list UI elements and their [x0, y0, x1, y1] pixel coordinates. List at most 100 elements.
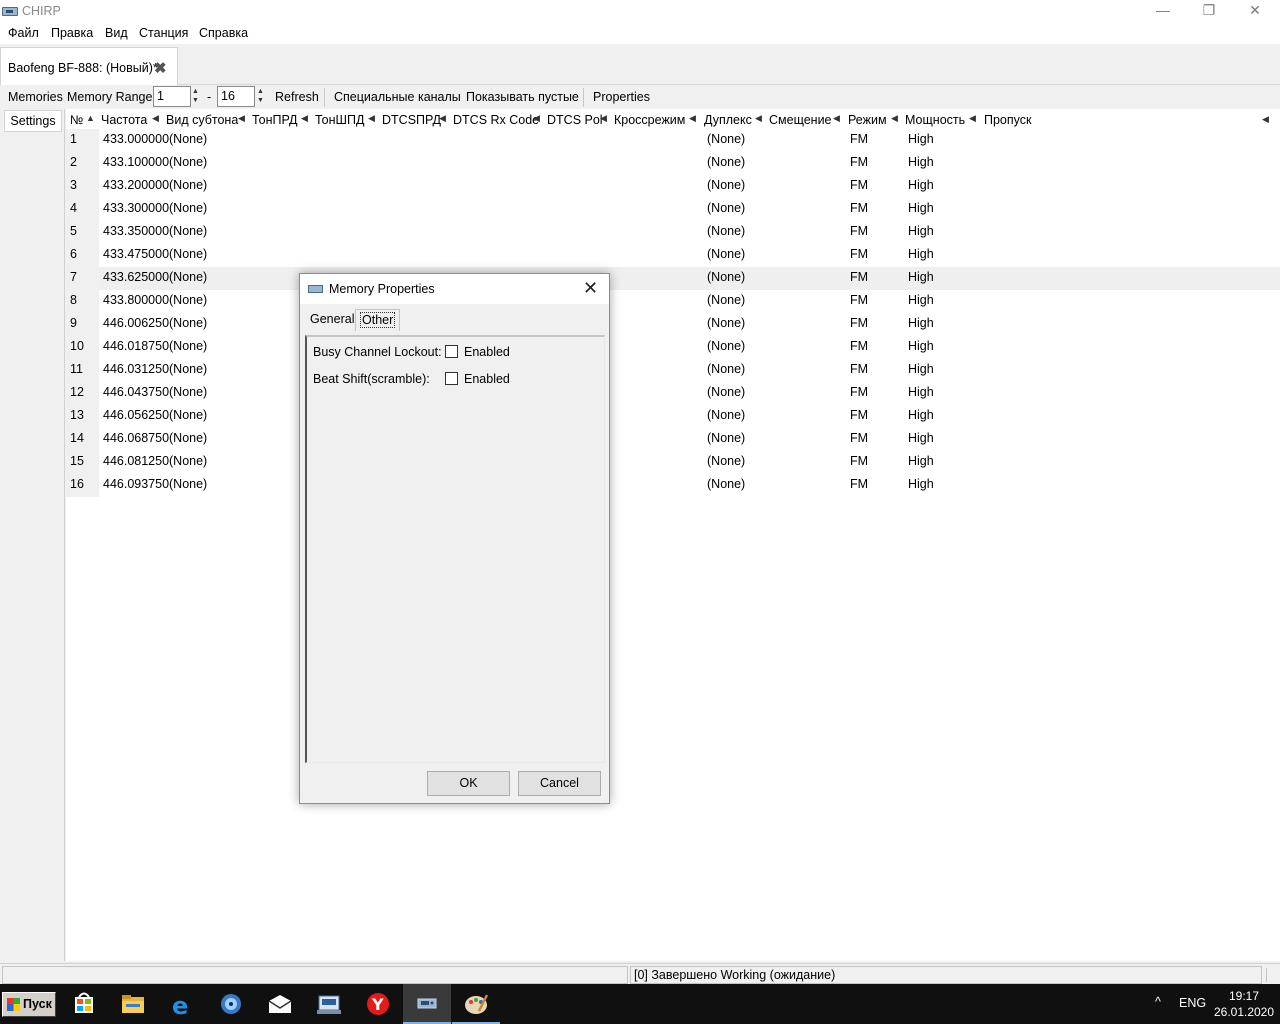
range-start-spinner[interactable]: ▲ ▼ — [191, 86, 201, 107]
folder-icon[interactable] — [109, 984, 157, 1024]
row-number-cell[interactable]: 3 — [66, 175, 99, 198]
duplex-cell[interactable]: (None) — [707, 454, 745, 468]
table-row[interactable]: 16 446.093750 (None) (None) FM High — [66, 474, 1280, 497]
beat-shift-enabled[interactable]: Enabled — [464, 372, 510, 386]
mode-cell[interactable]: FM — [850, 339, 868, 353]
range-start-input[interactable]: 1 — [153, 86, 191, 107]
row-number-cell[interactable]: 2 — [66, 152, 99, 175]
cancel-button[interactable]: Cancel — [518, 771, 601, 796]
show-empty-toggle[interactable]: Показывать пустые — [466, 90, 579, 104]
tone-mode-cell[interactable]: (None) — [169, 270, 207, 284]
busy-channel-lockout-enabled[interactable]: Enabled — [464, 345, 510, 359]
mode-cell[interactable]: FM — [850, 270, 868, 284]
minimize-button[interactable]: — — [1140, 0, 1186, 22]
duplex-cell[interactable]: (None) — [707, 201, 745, 215]
table-row[interactable]: 4 433.300000 (None) (None) FM High — [66, 198, 1280, 221]
col-offset[interactable]: Смещение — [769, 113, 832, 127]
beat-shift-checkbox[interactable] — [445, 372, 458, 385]
power-cell[interactable]: High — [908, 477, 934, 491]
power-cell[interactable]: High — [908, 408, 934, 422]
memories-tab[interactable]: Memories — [8, 90, 63, 104]
duplex-cell[interactable]: (None) — [707, 132, 745, 146]
table-row[interactable]: 15 446.081250 (None) (None) FM High — [66, 451, 1280, 474]
col-cross-mode[interactable]: Кроссрежим — [614, 113, 685, 127]
table-row[interactable]: 13 446.056250 (None) (None) FM High — [66, 405, 1280, 428]
close-button[interactable]: ✕ — [1232, 0, 1278, 22]
duplex-cell[interactable]: (None) — [707, 408, 745, 422]
table-row[interactable]: 8 433.800000 (None) (None) FM High — [66, 290, 1280, 313]
duplex-cell[interactable]: (None) — [707, 293, 745, 307]
mode-cell[interactable]: FM — [850, 224, 868, 238]
table-row[interactable]: 7 433.625000 (None) (None) FM High — [66, 267, 1280, 290]
col-number[interactable]: № — [70, 113, 83, 127]
duplex-cell[interactable]: (None) — [707, 270, 745, 284]
table-row[interactable]: 1 433.000000 (None) (None) FM High — [66, 129, 1280, 152]
power-cell[interactable]: High — [908, 247, 934, 261]
table-row[interactable]: 2 433.100000 (None) (None) FM High — [66, 152, 1280, 175]
mail-icon[interactable] — [256, 984, 304, 1024]
range-end-spinner[interactable]: ▲ ▼ — [256, 86, 266, 107]
frequency-cell[interactable]: 446.043750 — [103, 385, 169, 399]
scroll-left-icon[interactable]: ◀ — [1262, 114, 1269, 125]
row-number-cell[interactable]: 16 — [66, 474, 99, 497]
table-row[interactable]: 14 446.068750 (None) (None) FM High — [66, 428, 1280, 451]
col-dtcs-rx[interactable]: DTCS Rx Code — [453, 113, 539, 127]
mode-cell[interactable]: FM — [850, 293, 868, 307]
tone-mode-cell[interactable]: (None) — [169, 362, 207, 376]
dialog-close-icon[interactable]: ✕ — [583, 278, 598, 299]
frequency-cell[interactable]: 446.018750 — [103, 339, 169, 353]
frequency-cell[interactable]: 446.031250 — [103, 362, 169, 376]
menu-edit[interactable]: Правка — [51, 26, 93, 40]
duplex-cell[interactable]: (None) — [707, 385, 745, 399]
mode-cell[interactable]: FM — [850, 477, 868, 491]
frequency-cell[interactable]: 446.006250 — [103, 316, 169, 330]
row-number-cell[interactable]: 12 — [66, 382, 99, 405]
memory-grid[interactable]: № ▲ Частота ◀ Вид субтона ◀ ТонПРД ◀ Тон… — [66, 109, 1280, 961]
menu-help[interactable]: Справка — [199, 26, 248, 40]
mode-cell[interactable]: FM — [850, 132, 868, 146]
col-tone-sql[interactable]: ТонШПД — [315, 113, 364, 127]
table-row[interactable]: 10 446.018750 (None) (None) FM High — [66, 336, 1280, 359]
media-icon[interactable] — [207, 984, 255, 1024]
frequency-cell[interactable]: 433.200000 — [103, 178, 169, 192]
col-tone-mode[interactable]: Вид субтона — [166, 113, 238, 127]
row-number-cell[interactable]: 6 — [66, 244, 99, 267]
close-tab-icon[interactable]: ✖ — [154, 59, 167, 77]
special-channels-toggle[interactable]: Специальные каналы — [334, 90, 461, 104]
settings-tab[interactable]: Settings — [4, 110, 62, 132]
tab-other[interactable]: Other — [355, 309, 401, 331]
col-mode[interactable]: Режим — [848, 113, 887, 127]
tone-mode-cell[interactable]: (None) — [169, 293, 207, 307]
power-cell[interactable]: High — [908, 293, 934, 307]
power-cell[interactable]: High — [908, 316, 934, 330]
row-number-cell[interactable]: 4 — [66, 198, 99, 221]
printer-icon[interactable] — [305, 984, 353, 1024]
tone-mode-cell[interactable]: (None) — [169, 247, 207, 261]
menu-radio[interactable]: Станция — [139, 26, 188, 40]
col-frequency[interactable]: Частота — [101, 113, 147, 127]
tone-mode-cell[interactable]: (None) — [169, 477, 207, 491]
power-cell[interactable]: High — [908, 224, 934, 238]
power-cell[interactable]: High — [908, 132, 934, 146]
menu-view[interactable]: Вид — [105, 26, 128, 40]
edge-icon[interactable]: e — [158, 984, 206, 1024]
row-number-cell[interactable]: 5 — [66, 221, 99, 244]
table-row[interactable]: 5 433.350000 (None) (None) FM High — [66, 221, 1280, 244]
frequency-cell[interactable]: 433.625000 — [103, 270, 169, 284]
power-cell[interactable]: High — [908, 431, 934, 445]
power-cell[interactable]: High — [908, 178, 934, 192]
duplex-cell[interactable]: (None) — [707, 431, 745, 445]
yandex-icon[interactable]: Y — [354, 984, 402, 1024]
tone-mode-cell[interactable]: (None) — [169, 178, 207, 192]
row-number-cell[interactable]: 11 — [66, 359, 99, 382]
row-number-cell[interactable]: 8 — [66, 290, 99, 313]
col-power[interactable]: Мощность — [905, 113, 965, 127]
duplex-cell[interactable]: (None) — [707, 362, 745, 376]
mode-cell[interactable]: FM — [850, 316, 868, 330]
tab-general[interactable]: General — [306, 309, 358, 331]
row-number-cell[interactable]: 13 — [66, 405, 99, 428]
power-cell[interactable]: High — [908, 270, 934, 284]
properties-button[interactable]: Properties — [593, 90, 650, 104]
tray-chevron-icon[interactable]: ^ — [1155, 995, 1161, 1009]
language-indicator[interactable]: ENG — [1179, 996, 1206, 1010]
